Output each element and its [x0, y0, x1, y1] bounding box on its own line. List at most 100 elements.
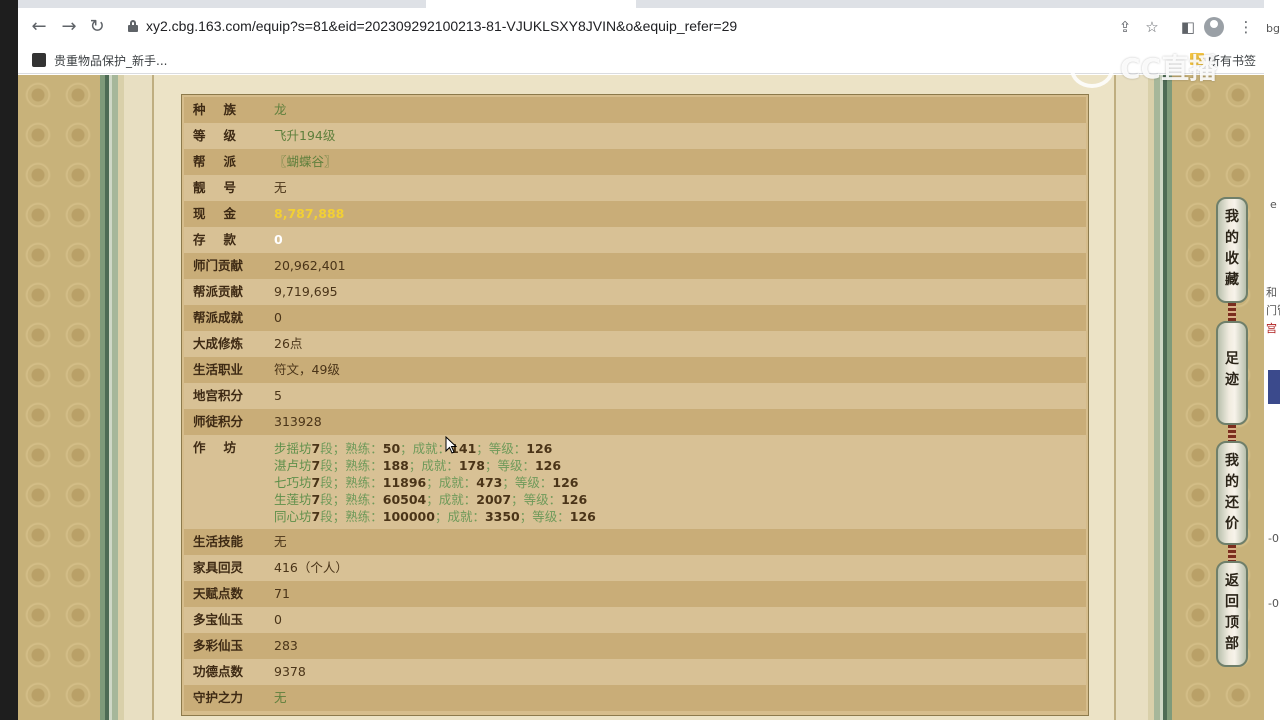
workshop-grade-label: ；等级：	[511, 492, 562, 507]
row-label: 靓号	[193, 180, 255, 195]
favorites-button[interactable]: 我的收藏	[1216, 197, 1248, 303]
workshop-level: 7	[311, 441, 321, 456]
workshop-proficiency: 11896	[382, 475, 427, 490]
active-tab[interactable]	[426, 0, 636, 8]
table-row: 守护之力 无	[184, 685, 1086, 711]
watermark-logo-icon	[1070, 50, 1114, 88]
workshop-achievement: 2007	[476, 492, 512, 507]
row-label: 地宫积分	[193, 388, 244, 403]
workshop-achievement: 178	[458, 458, 485, 473]
row-label: 天赋点数	[193, 586, 244, 601]
kebab-menu-icon[interactable]: ⋮	[1234, 15, 1258, 39]
workshop-name: 湛卢坊	[274, 458, 312, 473]
row-value: 无	[274, 534, 287, 549]
table-row: 师门贡献 20,962,401	[184, 253, 1086, 279]
row-label: 种族	[193, 102, 255, 117]
workshop-proficiency-label: 熟练：	[345, 475, 383, 490]
frame-border-left	[100, 75, 124, 720]
lock-icon[interactable]	[128, 20, 138, 32]
row-value: 0	[274, 310, 282, 325]
stream-watermark: CC直播	[1070, 48, 1240, 90]
watermark-text: CC直播	[1120, 52, 1218, 85]
rope-connector	[1228, 425, 1236, 441]
side-button-char: 回	[1225, 594, 1239, 610]
share-icon[interactable]: ⇪	[1114, 16, 1136, 38]
side-panel-icon[interactable]: ◧	[1176, 15, 1200, 39]
footprint-button[interactable]: 足迹	[1216, 321, 1248, 425]
workshop-grade-label: ；等级：	[502, 475, 553, 490]
workshop-grade-label: ；等级：	[519, 509, 570, 524]
side-button-char: 我	[1225, 453, 1239, 469]
reload-icon[interactable]: ↻	[84, 14, 110, 40]
workshop-achievement-label: ；成就：	[426, 492, 477, 507]
workshop-grade-label: ；等级：	[476, 441, 527, 456]
table-row: 大成修炼 26点	[184, 331, 1086, 357]
side-button-char: 我	[1225, 209, 1239, 225]
url-text[interactable]: xy2.cbg.163.com/equip?s=81&eid=202309292…	[146, 18, 737, 34]
table-row: 存款 0	[184, 227, 1086, 253]
workshop-seg: 段；	[320, 458, 346, 473]
row-value: 313928	[274, 414, 322, 429]
workshop-proficiency: 100000	[382, 509, 435, 524]
row-value: 0	[274, 612, 282, 627]
workshop-line: 生莲坊7段；熟练：60504；成就：2007；等级：126	[274, 491, 596, 508]
workshop-proficiency: 50	[382, 441, 401, 456]
row-label: 存款	[193, 232, 255, 247]
workshop-seg: 段；	[320, 441, 346, 456]
table-row: 等级 飞升194级	[184, 123, 1086, 149]
workshop-line: 同心坊7段；熟练：100000；成就：3350；等级：126	[274, 508, 596, 525]
workshop-seg: 段；	[320, 492, 346, 507]
row-value: 8,787,888	[274, 206, 345, 221]
bookmark-favicon	[32, 53, 46, 67]
address-bar[interactable]: xy2.cbg.163.com/equip?s=81&eid=202309292…	[118, 12, 1168, 42]
side-button-char: 价	[1225, 516, 1239, 532]
table-row: 地宫积分 5	[184, 383, 1086, 409]
workshop-grade: 126	[534, 458, 562, 473]
workshop-grade-label: ；等级：	[484, 458, 535, 473]
table-row: 帮派贡献 9,719,695	[184, 279, 1086, 305]
workshop-name: 生莲坊	[274, 492, 312, 507]
side-button-char: 迹	[1225, 372, 1239, 388]
profile-avatar[interactable]	[1204, 17, 1224, 37]
workshop-level: 7	[311, 475, 321, 490]
row-label: 师门贡献	[193, 258, 244, 273]
row-value: 符文，49级	[274, 362, 340, 377]
table-row: 生活职业 符文，49级	[184, 357, 1086, 383]
bookmark-item[interactable]: 贵重物品保护_新手...	[54, 52, 167, 69]
row-label: 现金	[193, 206, 255, 221]
row-label: 帮派成就	[193, 310, 244, 325]
workshop-level: 7	[311, 509, 321, 524]
peek-button	[1268, 370, 1280, 404]
back-to-top-button[interactable]: 返回顶部	[1216, 561, 1248, 667]
side-button-char: 顶	[1225, 615, 1239, 631]
row-label: 多彩仙玉	[193, 638, 244, 653]
side-button-char: 收	[1225, 251, 1239, 267]
table-row: 靓号 无	[184, 175, 1086, 201]
workshop-level: 7	[311, 458, 321, 473]
peek-text: -0	[1268, 532, 1279, 545]
row-value: 0	[274, 232, 283, 247]
table-row: 家具回灵 416（个人）	[184, 555, 1086, 581]
row-value: 416（个人）	[274, 560, 348, 575]
my-offers-button[interactable]: 我的还价	[1216, 441, 1248, 545]
workshop-proficiency-label: 熟练：	[345, 509, 383, 524]
workshop-name: 七巧坊	[274, 475, 312, 490]
row-label: 家具回灵	[193, 560, 244, 575]
workshop-achievement: 3350	[484, 509, 520, 524]
row-label: 帮派贡献	[193, 284, 244, 299]
row-label: 多宝仙玉	[193, 612, 244, 627]
frame-border-right	[1148, 75, 1172, 720]
star-icon[interactable]: ☆	[1141, 16, 1163, 38]
workshop-level: 7	[311, 492, 321, 507]
back-icon[interactable]: ←	[26, 14, 52, 40]
side-button-char: 的	[1225, 474, 1239, 490]
side-button-char: 足	[1225, 351, 1239, 367]
table-row: 多宝仙玉 0	[184, 607, 1086, 633]
row-value: 无	[274, 180, 287, 195]
workshop-name: 步摇坊	[274, 441, 312, 456]
workshop-proficiency-label: 熟练：	[345, 441, 383, 456]
forward-icon[interactable]: →	[56, 14, 82, 40]
row-label: 功德点数	[193, 664, 244, 679]
peek-text: e	[1270, 198, 1277, 211]
workshop-list: 步摇坊7段；熟练：50；成就：141；等级：126 湛卢坊7段；熟练：188；成就…	[274, 440, 596, 525]
